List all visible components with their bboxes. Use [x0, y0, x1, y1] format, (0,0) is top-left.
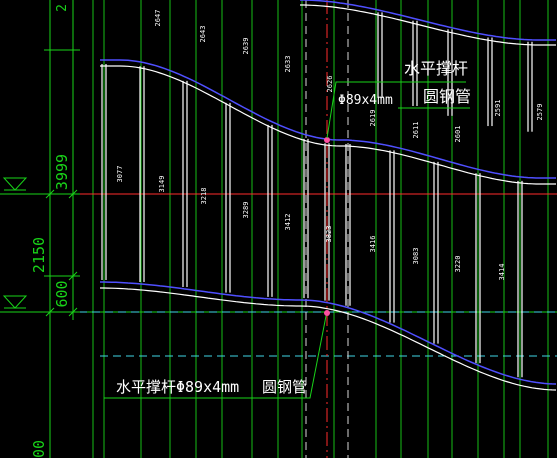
lower-length-label: 3218 [200, 188, 208, 205]
upper-length-label: 2591 [494, 100, 502, 117]
upper-length-label: 2647 [154, 10, 162, 27]
lower-length-label: 3077 [116, 166, 124, 183]
annotation-top-spec: Φ89x4mm [338, 93, 393, 108]
upper-length-label: 2619 [369, 110, 377, 127]
lower-length-label: 3083 [412, 248, 420, 265]
dim-text-bottom-clip: 00 [30, 440, 48, 458]
dim-text-2150: 2150 [30, 237, 48, 273]
annotation-bottom-type: 圆钢管 [262, 378, 307, 396]
lower-length-label: 3416 [369, 236, 377, 253]
lower-length-label: 3220 [454, 256, 462, 273]
dim-text-600: 600 [53, 280, 71, 307]
upper-length-label: 2601 [454, 126, 462, 143]
lower-length-label: 3149 [158, 176, 166, 193]
annotation-top-type: 圆钢管 [423, 87, 471, 106]
upper-length-label: 2633 [284, 56, 292, 73]
lower-length-label: 3412 [284, 214, 292, 231]
upper-length-label: 2643 [199, 26, 207, 43]
upper-length-label: 2626 [326, 76, 334, 93]
annotation-bottom-title-spec: 水平撑杆Φ89x4mm [116, 378, 239, 396]
annotation-top-title: 水平撑杆 [404, 59, 468, 78]
upper-length-label: 2579 [536, 104, 544, 121]
dim-text-top-clip: 2 [55, 4, 70, 12]
upper-length-label: 2639 [242, 38, 250, 55]
upper-length-label: 2611 [412, 122, 420, 139]
truss-elevation-drawing: 2647 2643 2639 2633 2626 2619 2611 2601 2591 2579… [0, 0, 557, 458]
lower-length-label: 3414 [498, 264, 506, 281]
lower-length-label: 3823 [325, 226, 333, 243]
dim-text-3999: 3999 [53, 154, 71, 190]
lower-length-label: 3289 [242, 202, 250, 219]
node-lower [324, 310, 330, 316]
